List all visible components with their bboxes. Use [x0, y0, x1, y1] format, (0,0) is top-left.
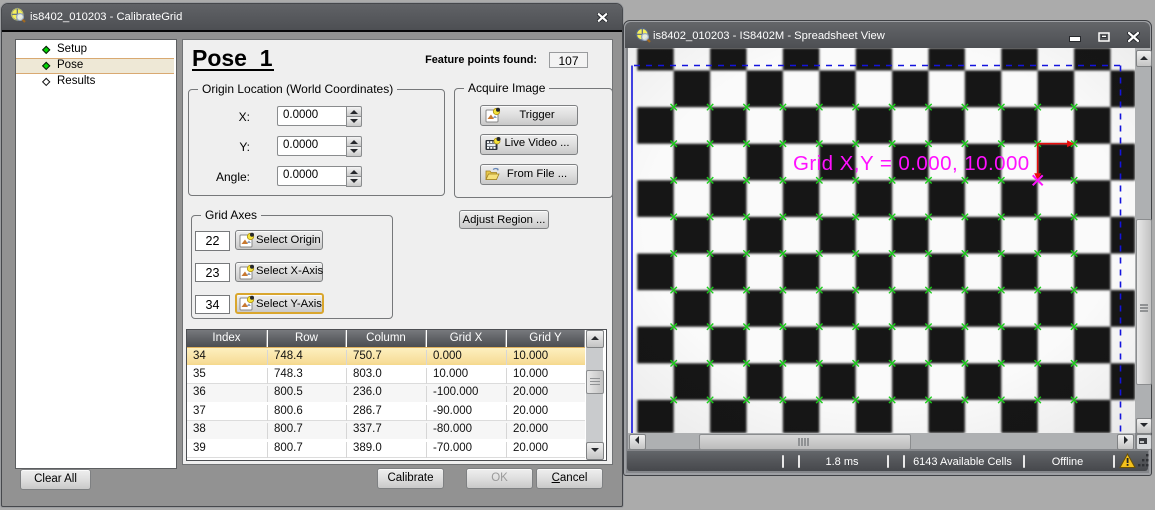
svg-text:Grid X,Y = 0.000, 10.000: Grid X,Y = 0.000, 10.000	[793, 152, 1030, 175]
